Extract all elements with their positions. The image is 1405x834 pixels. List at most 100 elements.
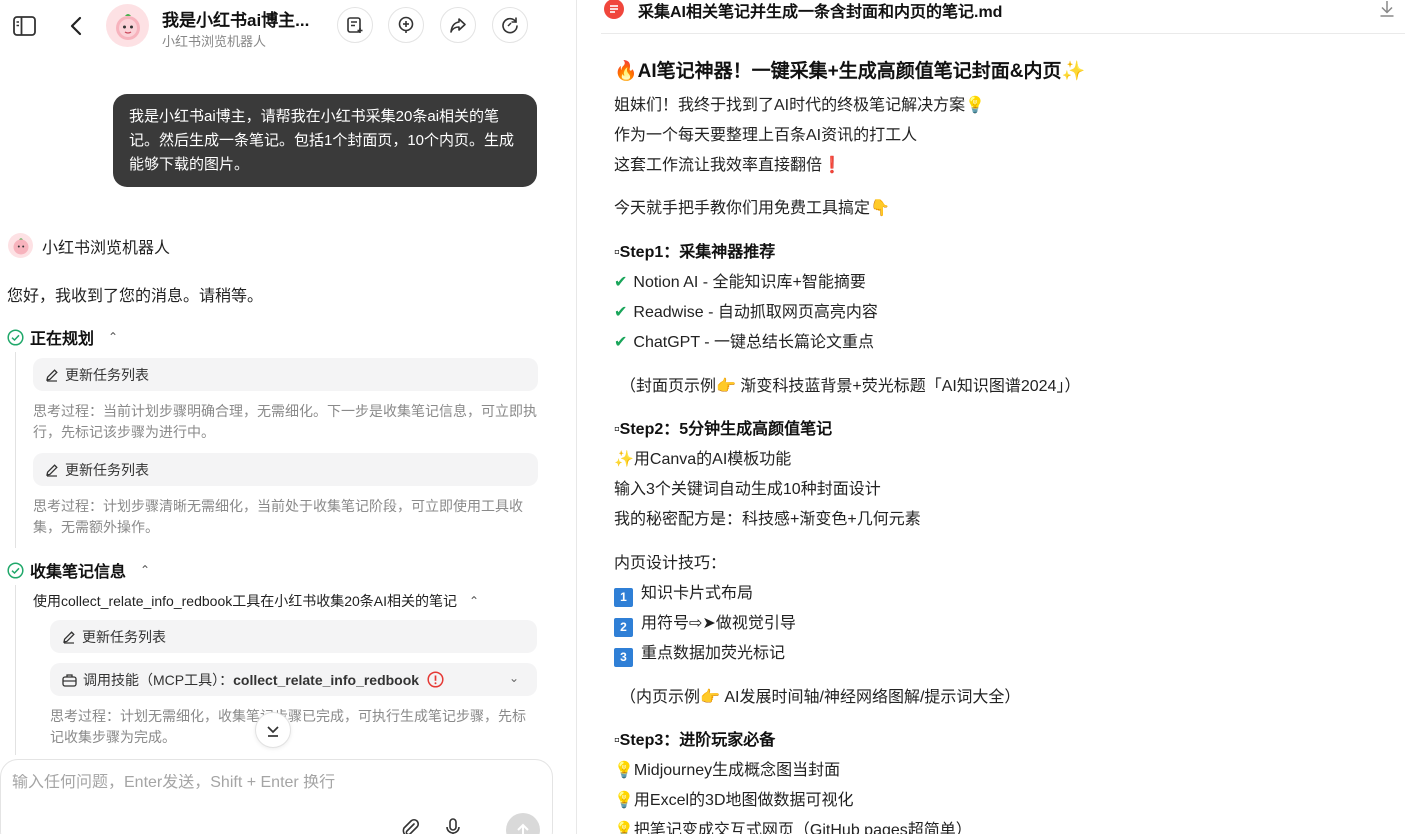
chat-input-box[interactable] (0, 759, 553, 834)
pill-label: 更新任务列表 (65, 461, 149, 478)
fire-icon: 🔥 (614, 60, 638, 82)
list-item: 💡Midjourney生成概念图当封面 (614, 756, 840, 780)
check-mark-icon: ✔ (614, 334, 628, 351)
bot-greeting: 您好，我收到了您的消息。请稍等。 (7, 288, 264, 305)
update-task-list-pill[interactable]: 更新任务列表 (50, 620, 537, 653)
list-item: 💡把笔记变成交互式网页（GitHub pages超简单） (614, 816, 972, 834)
planning-section-header[interactable]: 正在规划 ⌃ (7, 325, 118, 349)
update-task-list-pill[interactable]: 更新任务列表 (33, 453, 538, 486)
intro-text: 这套工作流让我效率直接翻倍 (614, 157, 823, 174)
intro-line: 作为一个每天要整理上百条AI资讯的打工人 (614, 127, 918, 144)
pointing-right-icon: 👉 (716, 376, 736, 395)
step2-heading: ▫Step2：5分钟生成高颜值笔记 (614, 421, 833, 438)
chevron-up-icon[interactable]: ⌃ (140, 563, 150, 577)
lightbulb-icon: 💡 (614, 790, 634, 809)
thinking-text: 思考过程：当前计划步骤明确合理，无需细化。下一步是收集笔记信息，可立即执行，先标… (33, 403, 537, 440)
check-mark-icon: ✔ (614, 304, 628, 321)
check-mark-icon: ✔ (614, 274, 628, 291)
step3-heading: ▫Step3：进阶玩家必备 (614, 732, 776, 749)
send-button[interactable] (506, 813, 540, 834)
toolbox-icon (62, 673, 77, 687)
lightbulb-icon: 💡 (614, 820, 634, 834)
skill-call-pill[interactable]: 调用技能（MCP工具）： collect_relate_info_redbook… (50, 663, 537, 696)
inner-example-line: （内页示例👉 AI发展时间轴/神经网络图解/提示词大全） (620, 683, 1020, 707)
exclamation-icon: ❗ (822, 157, 842, 174)
check-circle-icon (7, 561, 24, 579)
document-title: 采集AI相关笔记并生成一条含封面和内页的笔记.md (638, 4, 1003, 21)
number-3-icon: 3 (614, 648, 633, 667)
collect-title: 收集笔记信息 (30, 564, 127, 581)
microphone-icon[interactable] (444, 818, 462, 834)
subtask-label: 使用collect_relate_info_redbook工具在小红书收集20条… (33, 593, 458, 609)
timeline-line (15, 352, 16, 548)
list-item-text: Readwise - 自动抓取网页高亮内容 (633, 304, 878, 321)
update-task-list-pill[interactable]: 更新任务列表 (33, 358, 538, 391)
tip-text: 用符号⇨➤做视觉引导 (641, 615, 796, 632)
skill-prefix: 调用技能（MCP工具）： (83, 671, 234, 688)
sparkles-icon: ✨ (1061, 60, 1086, 82)
step2-line: ✨用Canva的AI模板功能 (614, 445, 791, 469)
sidebar-toggle-icon[interactable] (12, 14, 36, 38)
list-item: ✔ Notion AI - 全能知识库+智能摘要 (614, 268, 866, 292)
lightbulb-icon: 💡 (614, 760, 634, 779)
cover-example-text: （封面页示例 (620, 378, 717, 395)
sparkles-icon: ✨ (614, 449, 634, 468)
inner-example-text: （内页示例 (620, 689, 701, 706)
intro-line: 今天就手把手教你们用免费工具搞定👇 (614, 194, 890, 218)
chat-input[interactable] (12, 774, 532, 792)
download-icon[interactable] (1379, 0, 1395, 23)
number-1-icon: 1 (614, 588, 633, 607)
subtask-row[interactable]: 使用collect_relate_info_redbook工具在小红书收集20条… (33, 591, 479, 611)
bot-avatar (8, 233, 33, 258)
planning-title: 正在规划 (30, 331, 95, 348)
edit-icon (63, 630, 75, 644)
number-2-icon: 2 (614, 618, 633, 637)
doc-heading: 🔥AI笔记神器！一键采集+生成高颜值笔记封面&内页✨ (614, 56, 1085, 83)
doc-heading-text: AI笔记神器！一键采集+生成高颜值笔记封面&内页 (637, 61, 1062, 82)
cover-example-line: （封面页示例👉 渐变科技蓝背景+荧光标题「AI知识图谱2024」） (620, 372, 1080, 396)
skill-name: collect_relate_info_redbook (233, 671, 420, 688)
avatar (106, 4, 149, 47)
step2-line: 输入3个关键词自动生成10种封面设计 (614, 481, 881, 498)
chat-title: 我是小红书ai博主... (162, 11, 310, 30)
document-header: 采集AI相关笔记并生成一条含封面和内页的笔记.md (601, 0, 1405, 34)
chevron-up-icon[interactable]: ⌃ (108, 330, 118, 344)
list-item: ✔ ChatGPT - 一键总结长篇论文重点 (614, 328, 874, 352)
note-add-icon[interactable] (337, 7, 373, 43)
list-item-text: 用Excel的3D地图做数据可视化 (633, 792, 854, 809)
inner-tips-heading: 内页设计技巧： (614, 555, 727, 572)
check-circle-icon (7, 328, 24, 346)
arrow-down-icon (267, 726, 279, 737)
chat-subtitle: 小红书浏览机器人 (162, 34, 267, 49)
step1-heading: ▫Step1：采集神器推荐 (614, 244, 776, 261)
document-icon (604, 0, 624, 19)
pill-label: 更新任务列表 (65, 366, 149, 383)
new-chat-icon[interactable] (388, 7, 424, 43)
document-pane: 采集AI相关笔记并生成一条含封面和内页的笔记.md 🔥AI笔记神器！一键采集+生… (577, 0, 1405, 834)
list-item: 💡用Excel的3D地图做数据可视化 (614, 786, 854, 810)
tip-item: 1 知识卡片式布局 (614, 579, 753, 607)
intro-text: 今天就手把手教你们用免费工具搞定 (614, 200, 871, 217)
scroll-to-bottom-button[interactable] (255, 712, 291, 748)
collect-section-header[interactable]: 收集笔记信息 ⌃ (7, 558, 150, 582)
thinking-text: 思考过程：计划步骤清晰无需细化，当前处于收集笔记阶段，可立即使用工具收集，无需额… (33, 498, 523, 535)
tip-item: 2 用符号⇨➤做视觉引导 (614, 609, 796, 637)
inner-example-rest: AI发展时间轴/神经网络图解/提示词大全） (719, 689, 1021, 706)
list-item-text: ChatGPT - 一键总结长篇论文重点 (633, 334, 875, 351)
error-icon (427, 671, 444, 688)
user-message-bubble: 我是小红书ai博主，请帮我在小红书采集20条ai相关的笔记。然后生成一条笔记。包… (113, 94, 537, 187)
refresh-icon[interactable] (492, 7, 528, 43)
pointing-down-icon: 👇 (870, 198, 890, 217)
chat-header: 我是小红书ai博主... 小红书浏览机器人 (0, 0, 576, 52)
intro-text: 姐妹们！我终于找到了AI时代的终极笔记解决方案 (614, 97, 966, 114)
step2-line: 我的秘密配方是：科技感+渐变色+几何元素 (614, 511, 921, 528)
back-icon[interactable] (66, 14, 86, 38)
chat-pane: 我是小红书ai博主... 小红书浏览机器人 我是小红书ai博主，请帮我在小红书采… (0, 0, 576, 834)
edit-icon (46, 463, 58, 477)
attachment-icon[interactable] (400, 818, 420, 834)
intro-line: 姐妹们！我终于找到了AI时代的终极笔记解决方案💡 (614, 91, 985, 115)
bot-name: 小红书浏览机器人 (42, 239, 171, 257)
chevron-up-icon[interactable]: ⌃ (469, 594, 479, 608)
chevron-down-icon[interactable]: ⌄ (509, 671, 519, 685)
share-icon[interactable] (440, 7, 476, 43)
